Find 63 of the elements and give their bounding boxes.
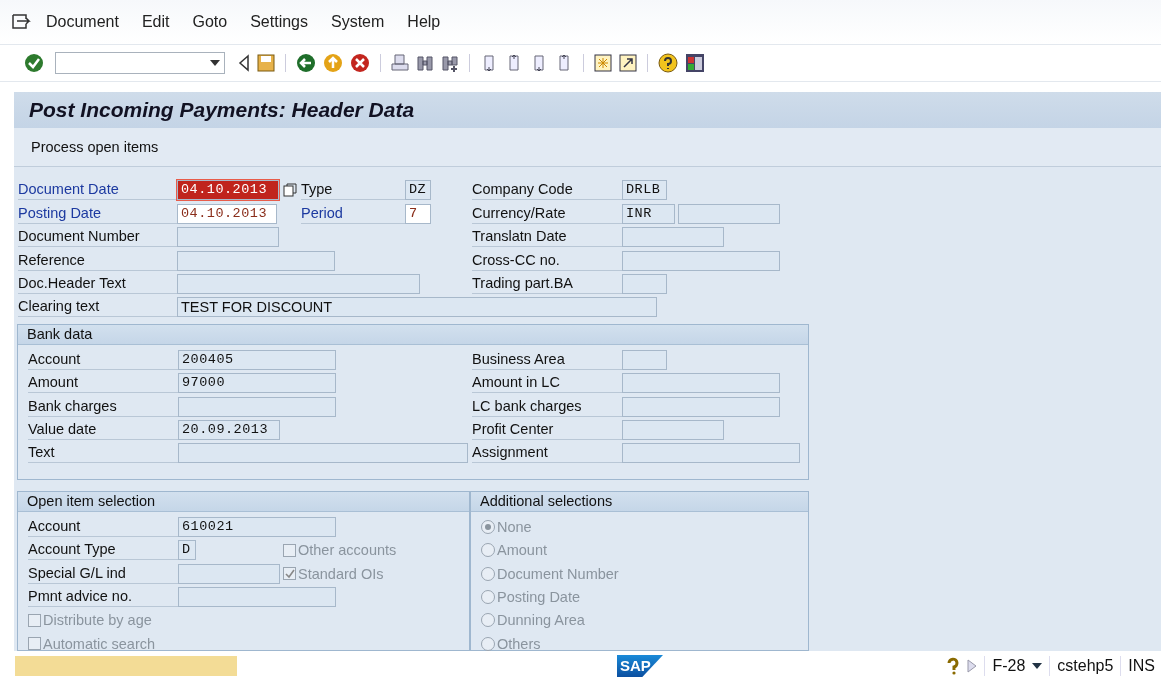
dropdown-caret-icon[interactable] (1032, 663, 1043, 670)
input-field[interactable] (178, 586, 336, 607)
find-icon[interactable] (416, 53, 434, 72)
input-field[interactable]: 20.09.2013 (178, 420, 280, 440)
command-field[interactable] (55, 51, 225, 74)
copy-icon[interactable] (283, 183, 297, 198)
dropdown-caret-icon[interactable] (210, 59, 220, 66)
input-field[interactable] (622, 274, 667, 295)
input-field[interactable]: 610021 (178, 516, 336, 537)
menu-item[interactable]: System (331, 12, 385, 31)
input-field[interactable]: 04.10.2013 (177, 180, 279, 201)
shortcut-icon[interactable] (619, 53, 637, 72)
input-field[interactable] (622, 250, 780, 271)
input-field[interactable] (622, 396, 780, 417)
sap-logo: SAP (617, 655, 663, 678)
input-field[interactable]: DRLB (622, 180, 667, 201)
input-field[interactable] (622, 373, 780, 394)
screen-title: Post Incoming Payments: Header Data (29, 97, 415, 122)
window-icon[interactable] (594, 53, 612, 72)
menu-item[interactable]: Goto (192, 12, 228, 31)
group-title: Open item selection (18, 492, 469, 513)
input-field[interactable] (622, 227, 724, 248)
menu-item[interactable]: Settings (250, 12, 308, 31)
input-field[interactable]: DZ (405, 180, 431, 201)
menu-item[interactable]: Edit (141, 12, 170, 31)
input-field[interactable] (177, 250, 335, 271)
triangle-right-icon[interactable] (967, 659, 978, 674)
save-icon[interactable] (257, 53, 275, 72)
process-open-items-button[interactable]: Process open items (24, 136, 166, 157)
input-field[interactable]: D (178, 540, 196, 561)
layout-icon[interactable] (685, 52, 705, 73)
group-title: Additional selections (471, 492, 808, 513)
transaction-code[interactable]: F-28 (992, 657, 1026, 676)
find-next-icon[interactable] (441, 53, 459, 72)
input-field[interactable] (622, 420, 724, 440)
input-field[interactable] (622, 443, 800, 464)
input-field[interactable] (178, 396, 336, 417)
input-field[interactable] (178, 443, 468, 464)
print-icon[interactable] (391, 53, 409, 72)
exit-icon[interactable] (323, 52, 343, 73)
group-title: Bank data (18, 325, 808, 346)
input-field[interactable]: TEST FOR DISCOUNT (177, 297, 657, 318)
input-field[interactable]: 04.10.2013 (177, 203, 277, 224)
input-field[interactable] (622, 349, 667, 370)
server-name: cstehp5 (1057, 657, 1114, 676)
input-field[interactable] (177, 227, 279, 248)
menu-icon[interactable] (12, 13, 32, 30)
input-field[interactable] (177, 274, 420, 295)
input-field[interactable]: 200405 (178, 349, 336, 370)
cancel-icon[interactable] (350, 52, 370, 73)
triangle-left-icon[interactable] (238, 53, 250, 72)
input-field[interactable]: INR (622, 203, 675, 224)
input-field[interactable] (178, 563, 280, 584)
input-field[interactable]: 7 (405, 203, 431, 224)
checkmark-icon (284, 568, 295, 580)
input-field[interactable] (678, 203, 780, 224)
input-field[interactable]: 97000 (178, 373, 336, 394)
back-icon[interactable] (296, 52, 316, 73)
menu-item[interactable]: Document (46, 12, 119, 31)
help-icon[interactable] (658, 52, 678, 73)
check-icon[interactable] (24, 52, 44, 73)
insert-mode: INS (1128, 657, 1155, 676)
menu-item[interactable]: Help (407, 12, 441, 31)
